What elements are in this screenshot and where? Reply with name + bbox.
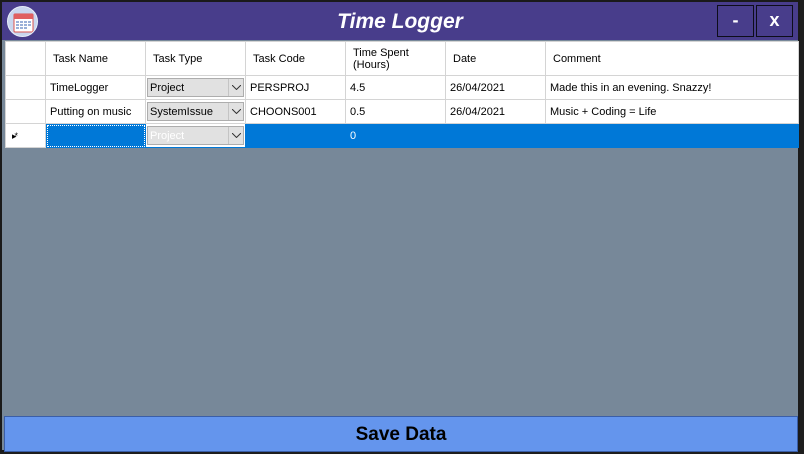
window-title: Time Logger xyxy=(337,10,463,33)
column-header-task-name[interactable]: Task Name xyxy=(45,41,146,76)
chevron-down-icon[interactable] xyxy=(228,103,243,120)
row-header[interactable]: ▸* xyxy=(5,123,46,148)
column-header-task-type[interactable]: Task Type xyxy=(145,41,246,76)
minimize-button[interactable]: - xyxy=(717,5,754,37)
cell-comment[interactable]: Made this in an evening. Snazzy! xyxy=(545,75,799,100)
column-header-date[interactable]: Date xyxy=(445,41,546,76)
cell-date[interactable]: 26/04/2021 xyxy=(445,75,546,100)
time-logger-window: Time Logger - x Task Name Task Type Task… xyxy=(0,0,800,452)
task-type-value: Project xyxy=(150,130,185,142)
cell-date[interactable]: 26/04/2021 xyxy=(445,99,546,124)
column-header-comment[interactable]: Comment xyxy=(545,41,799,76)
cell-task-name[interactable] xyxy=(45,123,146,148)
cell-task-type[interactable]: Project xyxy=(145,123,246,148)
row-header[interactable] xyxy=(5,75,46,100)
cell-task-code[interactable]: PERSPROJ xyxy=(245,75,346,100)
task-type-value: SystemIssue xyxy=(150,106,213,118)
table-row[interactable]: TimeLogger Project PERSPROJ 4.5 26/04/20… xyxy=(5,75,799,100)
new-row-marker: ▸* xyxy=(12,130,18,141)
cell-date[interactable] xyxy=(445,123,546,148)
cell-task-name[interactable]: Putting on music xyxy=(45,99,146,124)
table-row[interactable]: Putting on music SystemIssue CHOONS001 0… xyxy=(5,99,799,124)
cell-time-spent[interactable]: 4.5 xyxy=(345,75,446,100)
cell-comment[interactable] xyxy=(545,123,799,148)
close-button[interactable]: x xyxy=(756,5,793,37)
row-header[interactable] xyxy=(5,99,46,124)
cell-time-spent[interactable]: 0.5 xyxy=(345,99,446,124)
cell-task-type[interactable]: Project xyxy=(145,75,246,100)
task-type-dropdown[interactable]: Project xyxy=(147,126,244,145)
cell-task-code[interactable]: CHOONS001 xyxy=(245,99,346,124)
column-header-time-spent[interactable]: Time Spent (Hours) xyxy=(345,41,446,76)
corner-header[interactable] xyxy=(5,41,46,76)
header-row: Task Name Task Type Task Code Time Spent… xyxy=(5,41,799,76)
task-type-value: Project xyxy=(150,82,185,94)
new-row[interactable]: ▸* Project 0 xyxy=(5,123,799,148)
cell-comment[interactable]: Music + Coding = Life xyxy=(545,99,799,124)
chevron-down-icon[interactable] xyxy=(228,79,243,96)
time-log-grid[interactable]: Task Name Task Type Task Code Time Spent… xyxy=(5,41,799,148)
chevron-down-icon[interactable] xyxy=(228,127,243,144)
cell-time-spent[interactable]: 0 xyxy=(345,123,446,148)
cell-task-code[interactable] xyxy=(245,123,346,148)
title-bar[interactable]: Time Logger - x xyxy=(2,2,798,40)
task-type-dropdown[interactable]: Project xyxy=(147,78,244,97)
column-header-task-code[interactable]: Task Code xyxy=(245,41,346,76)
cell-task-type[interactable]: SystemIssue xyxy=(145,99,246,124)
task-type-dropdown[interactable]: SystemIssue xyxy=(147,102,244,121)
cell-task-name[interactable]: TimeLogger xyxy=(45,75,146,100)
save-data-button[interactable]: Save Data xyxy=(4,416,798,452)
